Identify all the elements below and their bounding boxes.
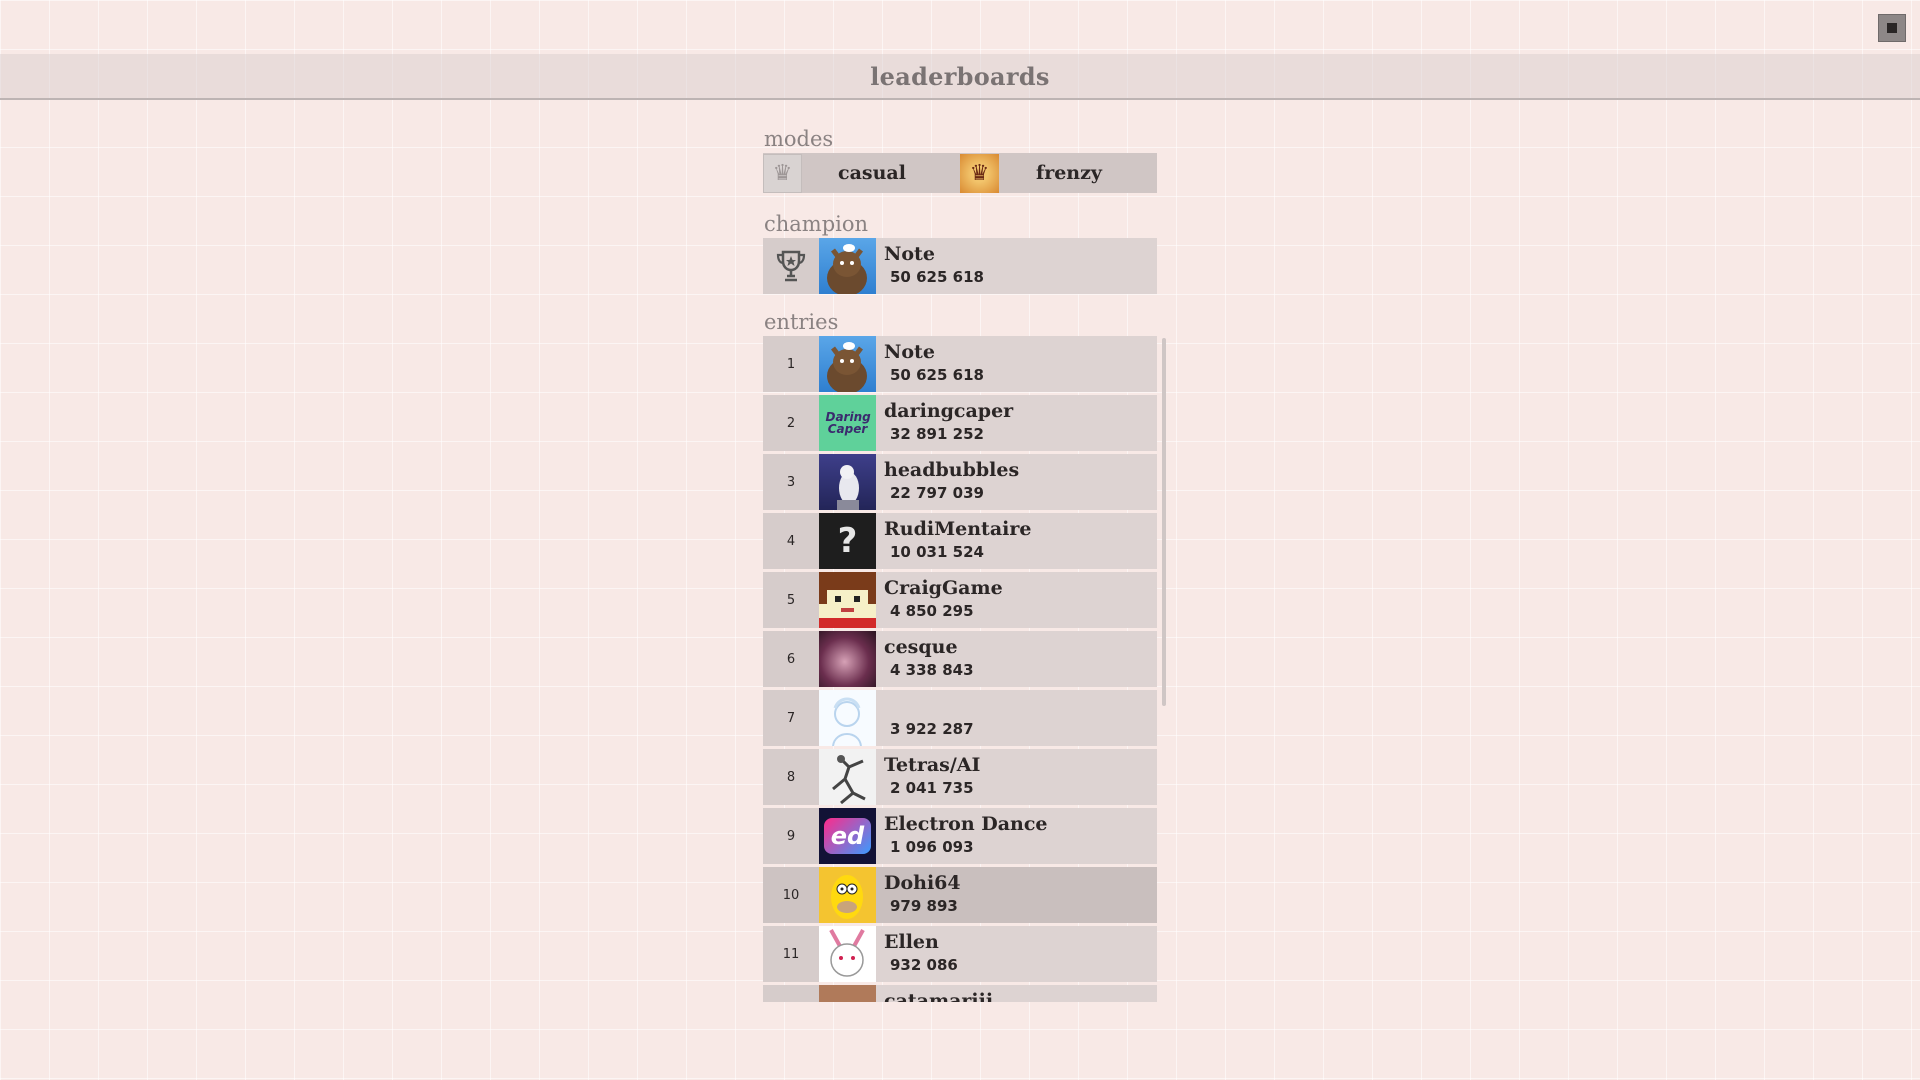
- table-row[interactable]: 4 ? RudiMentaire 10 031 524: [763, 513, 1157, 569]
- player-name: daringcaper: [884, 400, 1014, 422]
- player-name: cesque: [884, 636, 958, 658]
- rank: 6: [763, 631, 819, 687]
- avatar: [819, 985, 876, 1002]
- player-name: CraigGame: [884, 577, 1003, 599]
- player-name: headbubbles: [884, 459, 1020, 481]
- table-row[interactable]: 12 catamariii: [763, 985, 1157, 1002]
- player-score: 4 850 295: [890, 602, 974, 620]
- avatar: Daring Caper: [819, 395, 876, 451]
- avatar-text: Daring Caper: [825, 410, 871, 436]
- avatar: [819, 690, 876, 746]
- player-name: Electron Dance: [884, 813, 1048, 835]
- player-score: 979 893: [890, 897, 958, 915]
- question-icon: ?: [837, 521, 858, 561]
- entries-label: entries: [764, 310, 839, 334]
- avatar: ?: [819, 513, 876, 569]
- rank: 11: [763, 926, 819, 982]
- avatar: [819, 749, 876, 805]
- entries-section: entries 1 Note 50 625 618 2 Daring Caper…: [763, 308, 1157, 1002]
- modes-label: modes: [764, 127, 834, 151]
- player-name: catamariii: [884, 990, 994, 1002]
- player-name: Note: [884, 341, 935, 363]
- avatar: [819, 336, 876, 392]
- rank: 4: [763, 513, 819, 569]
- champion-score: 50 625 618: [890, 268, 984, 286]
- player-name: Tetras/AI: [884, 754, 981, 776]
- rank: 9: [763, 808, 819, 864]
- avatar: [819, 631, 876, 687]
- avatar: ed: [819, 808, 876, 864]
- player-score: 10 031 524: [890, 543, 984, 561]
- rank: 1: [763, 336, 819, 392]
- mode-frenzy-button[interactable]: ♛ frenzy: [960, 153, 1157, 193]
- window-toggle-button[interactable]: [1878, 14, 1906, 42]
- mode-casual-label: casual: [838, 162, 906, 184]
- rank: 8: [763, 749, 819, 805]
- player-score: 2 041 735: [890, 779, 974, 797]
- player-score: 1 096 093: [890, 838, 974, 856]
- champion-label: champion: [764, 212, 869, 236]
- avatar: [819, 926, 876, 982]
- square-icon: [1887, 23, 1897, 33]
- avatar: [819, 867, 876, 923]
- player-score: 32 891 252: [890, 425, 984, 443]
- avatar: [819, 238, 876, 294]
- table-row[interactable]: 7 3 922 287: [763, 690, 1157, 746]
- avatar-text: ed: [823, 818, 872, 854]
- table-row[interactable]: 10 Dohi64 979 893: [763, 867, 1157, 923]
- champion-row[interactable]: Note 50 625 618: [763, 238, 1157, 294]
- rank: 5: [763, 572, 819, 628]
- player-score: 22 797 039: [890, 484, 984, 502]
- header-bar: leaderboards: [0, 54, 1920, 100]
- table-row[interactable]: 6 cesque 4 338 843: [763, 631, 1157, 687]
- crown-icon: ♛: [960, 153, 999, 193]
- table-row[interactable]: 1 Note 50 625 618: [763, 336, 1157, 392]
- mode-casual-button[interactable]: ♛ casual: [763, 153, 960, 193]
- table-row[interactable]: 9 ed Electron Dance 1 096 093: [763, 808, 1157, 864]
- page-title: leaderboards: [870, 61, 1050, 91]
- table-row[interactable]: 11 Ellen 932 086: [763, 926, 1157, 982]
- entries-list[interactable]: 1 Note 50 625 618 2 Daring Caper daringc…: [763, 336, 1157, 1002]
- champion-name: Note: [884, 243, 935, 265]
- player-score: 50 625 618: [890, 366, 984, 384]
- mode-frenzy-label: frenzy: [1036, 162, 1102, 184]
- table-row[interactable]: 8 Tetras/AI 2 041 735: [763, 749, 1157, 805]
- table-row[interactable]: 3 headbubbles 22 797 039: [763, 454, 1157, 510]
- player-name: Dohi64: [884, 872, 961, 894]
- rank: 10: [763, 867, 819, 923]
- modes-section: modes ♛ casual ♛ frenzy: [763, 125, 1157, 193]
- player-name: [884, 694, 974, 718]
- player-name: Ellen: [884, 931, 939, 953]
- player-score: 3 922 287: [890, 720, 974, 738]
- avatar: [819, 572, 876, 628]
- champion-section: champion Note 50 625 618: [763, 210, 1157, 297]
- avatar: [819, 454, 876, 510]
- rank: 3: [763, 454, 819, 510]
- trophy-icon: [763, 238, 819, 294]
- player-score: 932 086: [890, 956, 958, 974]
- table-row[interactable]: 5 CraigGame 4 850 295: [763, 572, 1157, 628]
- crown-icon: ♛: [763, 153, 802, 193]
- rank: 7: [763, 690, 819, 746]
- table-row[interactable]: 2 Daring Caper daringcaper 32 891 252: [763, 395, 1157, 451]
- rank: 12: [763, 985, 819, 1002]
- rank: 2: [763, 395, 819, 451]
- player-name: RudiMentaire: [884, 518, 1032, 540]
- entries-scrollbar[interactable]: [1162, 338, 1166, 706]
- player-score: 4 338 843: [890, 661, 974, 679]
